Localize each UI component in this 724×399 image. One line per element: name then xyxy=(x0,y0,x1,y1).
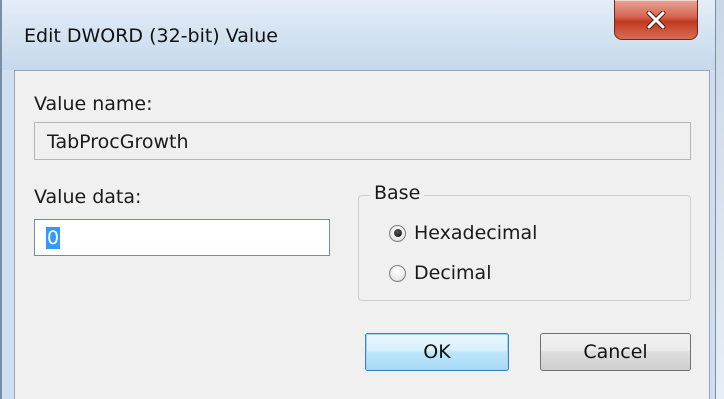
value-name-field: TabProcGrowth xyxy=(34,122,691,160)
value-data-text: 0 xyxy=(46,227,61,249)
value-name-label: Value name: xyxy=(34,93,153,115)
radio-decimal-button[interactable] xyxy=(389,264,406,282)
base-groupbox xyxy=(358,195,691,301)
dialog-title: Edit DWORD (32-bit) Value xyxy=(24,25,278,47)
radio-decimal[interactable]: Decimal xyxy=(389,262,491,284)
base-group-title: Base xyxy=(370,182,425,204)
value-data-label: Value data: xyxy=(34,186,142,208)
radio-hexadecimal-button[interactable] xyxy=(389,224,406,242)
radio-selected-dot xyxy=(393,229,402,237)
close-button[interactable] xyxy=(614,0,698,40)
radio-hexadecimal[interactable]: Hexadecimal xyxy=(389,222,537,244)
value-data-input[interactable]: 0 xyxy=(34,219,330,256)
radio-hexadecimal-label[interactable]: Hexadecimal xyxy=(414,222,537,244)
value-name-text: TabProcGrowth xyxy=(47,131,189,153)
cancel-button[interactable]: Cancel xyxy=(540,333,691,371)
close-icon xyxy=(646,10,666,29)
title-bar[interactable]: Edit DWORD (32-bit) Value xyxy=(2,0,715,70)
ok-button[interactable]: OK xyxy=(365,333,509,371)
desktop-background xyxy=(716,0,724,399)
radio-decimal-label[interactable]: Decimal xyxy=(414,262,491,284)
